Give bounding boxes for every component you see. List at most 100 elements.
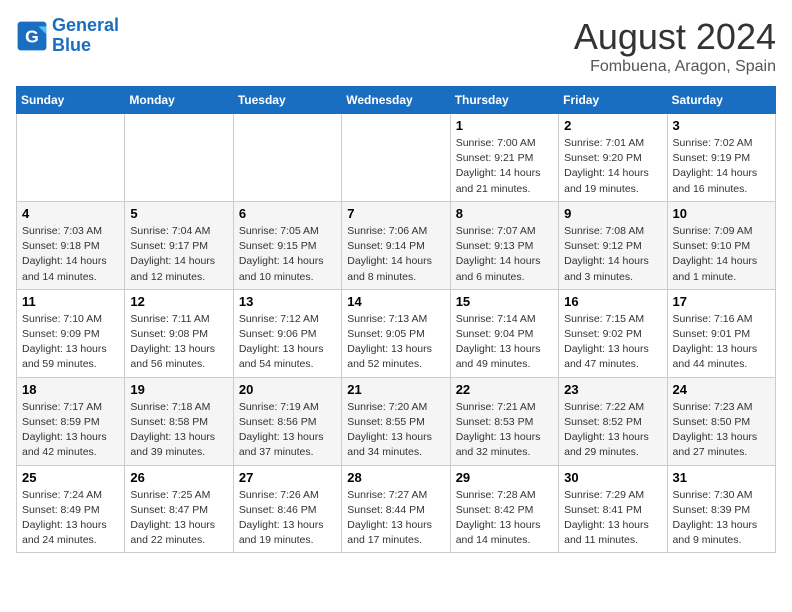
day-info: Sunrise: 7:19 AMSunset: 8:56 PMDaylight:… bbox=[239, 400, 336, 461]
day-info: Sunrise: 7:28 AMSunset: 8:42 PMDaylight:… bbox=[456, 488, 553, 549]
calendar-cell: 20 Sunrise: 7:19 AMSunset: 8:56 PMDayligh… bbox=[233, 377, 341, 465]
day-info: Sunrise: 7:02 AMSunset: 9:19 PMDaylight:… bbox=[673, 136, 770, 197]
calendar-cell: 10Sunrise: 7:09 AMSunset: 9:10 PMDayligh… bbox=[667, 201, 775, 289]
day-number: 15 bbox=[456, 294, 553, 309]
calendar-week-3: 11 Sunrise: 7:10 AMSunset: 9:09 PMDayligh… bbox=[17, 289, 776, 377]
day-info: Sunrise: 7:30 AMSunset: 8:39 PMDaylight:… bbox=[673, 488, 770, 549]
calendar-cell: 18 Sunrise: 7:17 AMSunset: 8:59 PMDayligh… bbox=[17, 377, 125, 465]
day-number: 24 bbox=[673, 382, 770, 397]
day-number: 18 bbox=[22, 382, 119, 397]
day-info: Sunrise: 7:20 AMSunset: 8:55 PMDaylight:… bbox=[347, 400, 444, 461]
header-day-saturday: Saturday bbox=[667, 87, 775, 114]
calendar-cell: 30 Sunrise: 7:29 AMSunset: 8:41 PMDayligh… bbox=[559, 465, 667, 553]
day-info: Sunrise: 7:12 AMSunset: 9:06 PMDaylight:… bbox=[239, 312, 336, 373]
calendar-cell: 7 Sunrise: 7:06 AMSunset: 9:14 PMDaylight… bbox=[342, 201, 450, 289]
svg-text:G: G bbox=[25, 26, 39, 46]
calendar-cell: 9 Sunrise: 7:08 AMSunset: 9:12 PMDaylight… bbox=[559, 201, 667, 289]
day-number: 17 bbox=[673, 294, 770, 309]
day-info: Sunrise: 7:01 AMSunset: 9:20 PMDaylight:… bbox=[564, 136, 661, 197]
calendar-cell: 5Sunrise: 7:04 AMSunset: 9:17 PMDaylight… bbox=[125, 201, 233, 289]
day-info: Sunrise: 7:10 AMSunset: 9:09 PMDaylight:… bbox=[22, 312, 119, 373]
day-info: Sunrise: 7:09 AMSunset: 9:10 PMDaylight:… bbox=[673, 224, 770, 285]
day-info: Sunrise: 7:05 AMSunset: 9:15 PMDaylight:… bbox=[239, 224, 336, 285]
header-day-tuesday: Tuesday bbox=[233, 87, 341, 114]
calendar-cell: 15 Sunrise: 7:14 AMSunset: 9:04 PMDayligh… bbox=[450, 289, 558, 377]
calendar-cell bbox=[125, 114, 233, 202]
day-number: 7 bbox=[347, 206, 444, 221]
day-number: 22 bbox=[456, 382, 553, 397]
calendar-cell: 17 Sunrise: 7:16 AMSunset: 9:01 PMDayligh… bbox=[667, 289, 775, 377]
calendar-cell: 1 Sunrise: 7:00 AMSunset: 9:21 PMDaylight… bbox=[450, 114, 558, 202]
day-info: Sunrise: 7:16 AMSunset: 9:01 PMDaylight:… bbox=[673, 312, 770, 373]
calendar-cell: 8 Sunrise: 7:07 AMSunset: 9:13 PMDaylight… bbox=[450, 201, 558, 289]
calendar-cell: 23Sunrise: 7:22 AMSunset: 8:52 PMDayligh… bbox=[559, 377, 667, 465]
day-info: Sunrise: 7:14 AMSunset: 9:04 PMDaylight:… bbox=[456, 312, 553, 373]
page-subtitle: Fombuena, Aragon, Spain bbox=[574, 58, 776, 76]
calendar-cell bbox=[342, 114, 450, 202]
day-info: Sunrise: 7:29 AMSunset: 8:41 PMDaylight:… bbox=[564, 488, 661, 549]
calendar-cell: 19Sunrise: 7:18 AMSunset: 8:58 PMDayligh… bbox=[125, 377, 233, 465]
calendar-cell: 2 Sunrise: 7:01 AMSunset: 9:20 PMDaylight… bbox=[559, 114, 667, 202]
day-info: Sunrise: 7:27 AMSunset: 8:44 PMDaylight:… bbox=[347, 488, 444, 549]
title-block: August 2024 Fombuena, Aragon, Spain bbox=[574, 16, 776, 76]
day-info: Sunrise: 7:23 AMSunset: 8:50 PMDaylight:… bbox=[673, 400, 770, 461]
day-info: Sunrise: 7:24 AMSunset: 8:49 PMDaylight:… bbox=[22, 488, 119, 549]
calendar-cell: 12Sunrise: 7:11 AMSunset: 9:08 PMDayligh… bbox=[125, 289, 233, 377]
day-info: Sunrise: 7:17 AMSunset: 8:59 PMDaylight:… bbox=[22, 400, 119, 461]
calendar-cell bbox=[233, 114, 341, 202]
day-number: 30 bbox=[564, 470, 661, 485]
calendar-cell: 28 Sunrise: 7:27 AMSunset: 8:44 PMDayligh… bbox=[342, 465, 450, 553]
header-day-wednesday: Wednesday bbox=[342, 87, 450, 114]
day-number: 25 bbox=[22, 470, 119, 485]
calendar-cell: 27Sunrise: 7:26 AMSunset: 8:46 PMDayligh… bbox=[233, 465, 341, 553]
page-header: G General Blue August 2024 Fombuena, Ara… bbox=[16, 16, 776, 76]
day-number: 14 bbox=[347, 294, 444, 309]
day-number: 8 bbox=[456, 206, 553, 221]
calendar-week-1: 1 Sunrise: 7:00 AMSunset: 9:21 PMDaylight… bbox=[17, 114, 776, 202]
day-number: 1 bbox=[456, 118, 553, 133]
day-info: Sunrise: 7:07 AMSunset: 9:13 PMDaylight:… bbox=[456, 224, 553, 285]
calendar-cell: 13 Sunrise: 7:12 AMSunset: 9:06 PMDayligh… bbox=[233, 289, 341, 377]
day-number: 28 bbox=[347, 470, 444, 485]
day-number: 21 bbox=[347, 382, 444, 397]
logo: G General Blue bbox=[16, 16, 119, 56]
calendar-body: 1 Sunrise: 7:00 AMSunset: 9:21 PMDaylight… bbox=[17, 114, 776, 553]
calendar-cell: 4Sunrise: 7:03 AMSunset: 9:18 PMDaylight… bbox=[17, 201, 125, 289]
day-info: Sunrise: 7:04 AMSunset: 9:17 PMDaylight:… bbox=[130, 224, 227, 285]
calendar-cell: 22Sunrise: 7:21 AMSunset: 8:53 PMDayligh… bbox=[450, 377, 558, 465]
day-number: 11 bbox=[22, 294, 119, 309]
calendar-week-4: 18 Sunrise: 7:17 AMSunset: 8:59 PMDayligh… bbox=[17, 377, 776, 465]
calendar-cell: 6 Sunrise: 7:05 AMSunset: 9:15 PMDaylight… bbox=[233, 201, 341, 289]
day-number: 9 bbox=[564, 206, 661, 221]
header-day-monday: Monday bbox=[125, 87, 233, 114]
calendar-cell: 24 Sunrise: 7:23 AMSunset: 8:50 PMDayligh… bbox=[667, 377, 775, 465]
calendar-week-5: 25 Sunrise: 7:24 AMSunset: 8:49 PMDayligh… bbox=[17, 465, 776, 553]
day-number: 26 bbox=[130, 470, 227, 485]
logo-text: General Blue bbox=[52, 16, 119, 56]
day-number: 23 bbox=[564, 382, 661, 397]
header-day-thursday: Thursday bbox=[450, 87, 558, 114]
day-info: Sunrise: 7:18 AMSunset: 8:58 PMDaylight:… bbox=[130, 400, 227, 461]
day-number: 6 bbox=[239, 206, 336, 221]
day-info: Sunrise: 7:03 AMSunset: 9:18 PMDaylight:… bbox=[22, 224, 119, 285]
day-info: Sunrise: 7:00 AMSunset: 9:21 PMDaylight:… bbox=[456, 136, 553, 197]
calendar-cell: 11 Sunrise: 7:10 AMSunset: 9:09 PMDayligh… bbox=[17, 289, 125, 377]
page-title: August 2024 bbox=[574, 16, 776, 58]
day-info: Sunrise: 7:06 AMSunset: 9:14 PMDaylight:… bbox=[347, 224, 444, 285]
calendar-cell: 3Sunrise: 7:02 AMSunset: 9:19 PMDaylight… bbox=[667, 114, 775, 202]
calendar-header: SundayMondayTuesdayWednesdayThursdayFrid… bbox=[17, 87, 776, 114]
day-number: 20 bbox=[239, 382, 336, 397]
calendar-table: SundayMondayTuesdayWednesdayThursdayFrid… bbox=[16, 86, 776, 553]
calendar-week-2: 4Sunrise: 7:03 AMSunset: 9:18 PMDaylight… bbox=[17, 201, 776, 289]
day-number: 31 bbox=[673, 470, 770, 485]
day-info: Sunrise: 7:26 AMSunset: 8:46 PMDaylight:… bbox=[239, 488, 336, 549]
day-info: Sunrise: 7:13 AMSunset: 9:05 PMDaylight:… bbox=[347, 312, 444, 373]
day-info: Sunrise: 7:08 AMSunset: 9:12 PMDaylight:… bbox=[564, 224, 661, 285]
calendar-cell: 29Sunrise: 7:28 AMSunset: 8:42 PMDayligh… bbox=[450, 465, 558, 553]
logo-icon: G bbox=[16, 20, 48, 52]
day-number: 2 bbox=[564, 118, 661, 133]
calendar-cell: 14 Sunrise: 7:13 AMSunset: 9:05 PMDayligh… bbox=[342, 289, 450, 377]
day-number: 13 bbox=[239, 294, 336, 309]
day-info: Sunrise: 7:11 AMSunset: 9:08 PMDaylight:… bbox=[130, 312, 227, 373]
header-day-friday: Friday bbox=[559, 87, 667, 114]
